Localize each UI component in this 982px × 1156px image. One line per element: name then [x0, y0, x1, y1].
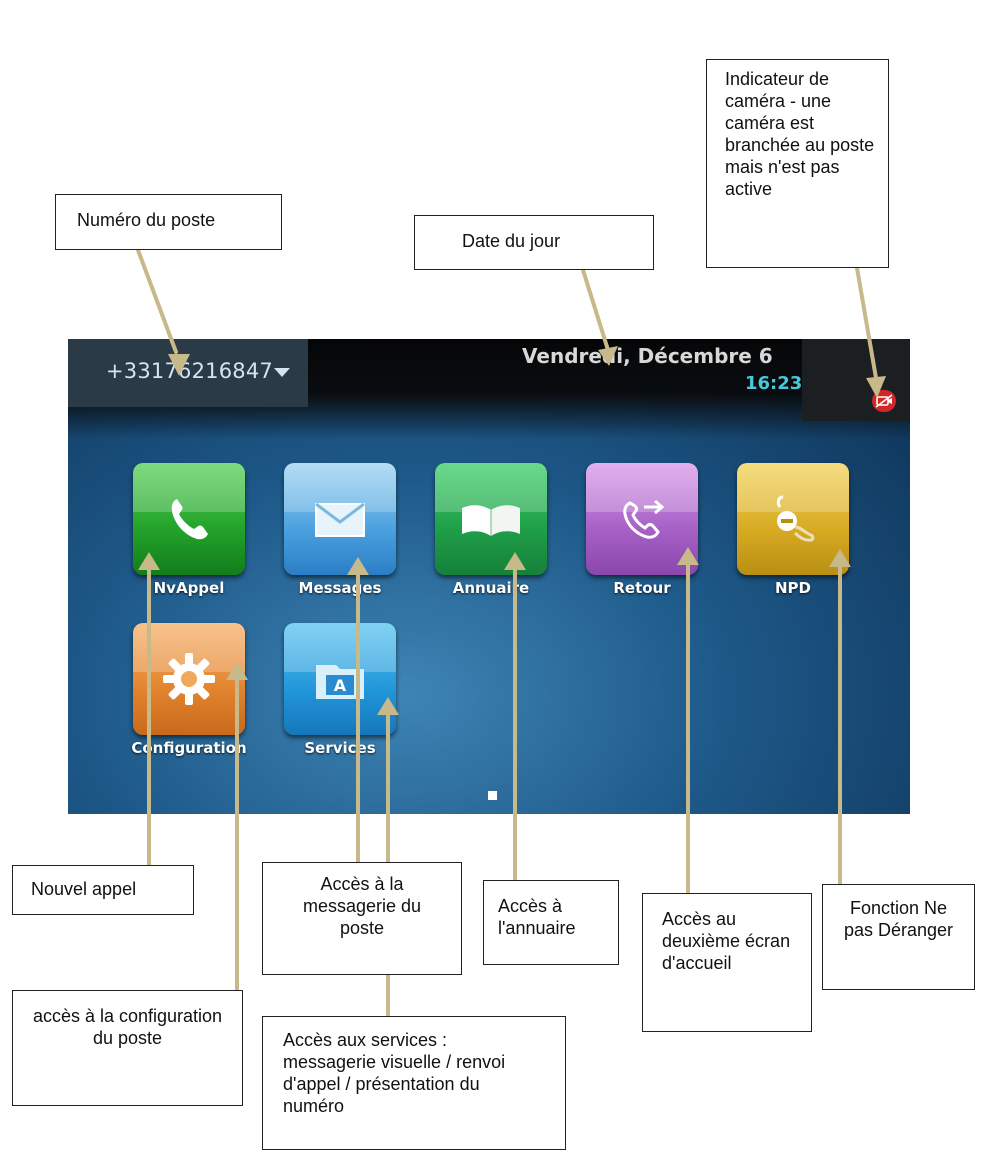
callout-acces-deuxieme-ecran: Accès au deuxième écran d'accueil [642, 893, 812, 1032]
svg-text:A: A [334, 676, 347, 695]
app-configuration[interactable]: Configuration [127, 623, 251, 757]
open-book-icon [435, 463, 547, 575]
camera-indicator-area [802, 339, 910, 421]
phone-icon [133, 463, 245, 575]
app-tile [737, 463, 849, 575]
chevron-down-icon [274, 368, 290, 377]
app-annuaire[interactable]: Annuaire [429, 463, 553, 597]
services-folder-icon: A [284, 623, 396, 735]
app-label: Configuration [131, 739, 247, 757]
callout-acces-messagerie: Accès à la messagerie du poste [262, 862, 462, 975]
app-label: Services [304, 739, 376, 757]
app-label: NvAppel [153, 579, 225, 597]
app-retour[interactable]: Retour [580, 463, 704, 597]
callout-numero-poste: Numéro du poste [55, 194, 282, 250]
time-display: 16:23 [745, 373, 803, 394]
phone-home-screen: +33176216847 Vendredi, Décembre 6 16:23 … [68, 339, 910, 814]
app-tile [435, 463, 547, 575]
app-tile [586, 463, 698, 575]
callout-date-jour: Date du jour [414, 215, 654, 270]
app-services[interactable]: A Services [278, 623, 402, 757]
app-tile: A [284, 623, 396, 735]
do-not-disturb-icon [737, 463, 849, 575]
date-display: Vendredi, Décembre 6 [522, 344, 773, 368]
callout-acces-services: Accès aux services : messagerie visuelle… [262, 1016, 566, 1150]
app-label: Messages [298, 579, 382, 597]
line-selector[interactable]: +33176216847 [68, 339, 308, 407]
envelope-icon [284, 463, 396, 575]
page-indicator[interactable] [488, 791, 497, 800]
callout-acces-configuration: accès à la configuration du poste [12, 990, 243, 1106]
app-label: Annuaire [452, 579, 530, 597]
app-label: Retour [613, 579, 671, 597]
phone-forward-icon [586, 463, 698, 575]
camera-off-icon [872, 390, 896, 412]
app-tile [133, 623, 245, 735]
app-tile [284, 463, 396, 575]
app-label: NPD [775, 579, 811, 597]
app-nvappel[interactable]: NvAppel [127, 463, 251, 597]
app-messages[interactable]: Messages [278, 463, 402, 597]
callout-acces-annuaire: Accès à l'annuaire [483, 880, 619, 965]
line-number: +33176216847 [106, 359, 273, 383]
callout-fonction-npd: Fonction Ne pas Déranger [822, 884, 975, 990]
gear-icon [133, 623, 245, 735]
callout-nouvel-appel: Nouvel appel [12, 865, 194, 915]
callout-indicateur-camera: Indicateur de caméra - une caméra est br… [706, 59, 889, 268]
app-npd[interactable]: NPD [731, 463, 855, 597]
app-tile [133, 463, 245, 575]
